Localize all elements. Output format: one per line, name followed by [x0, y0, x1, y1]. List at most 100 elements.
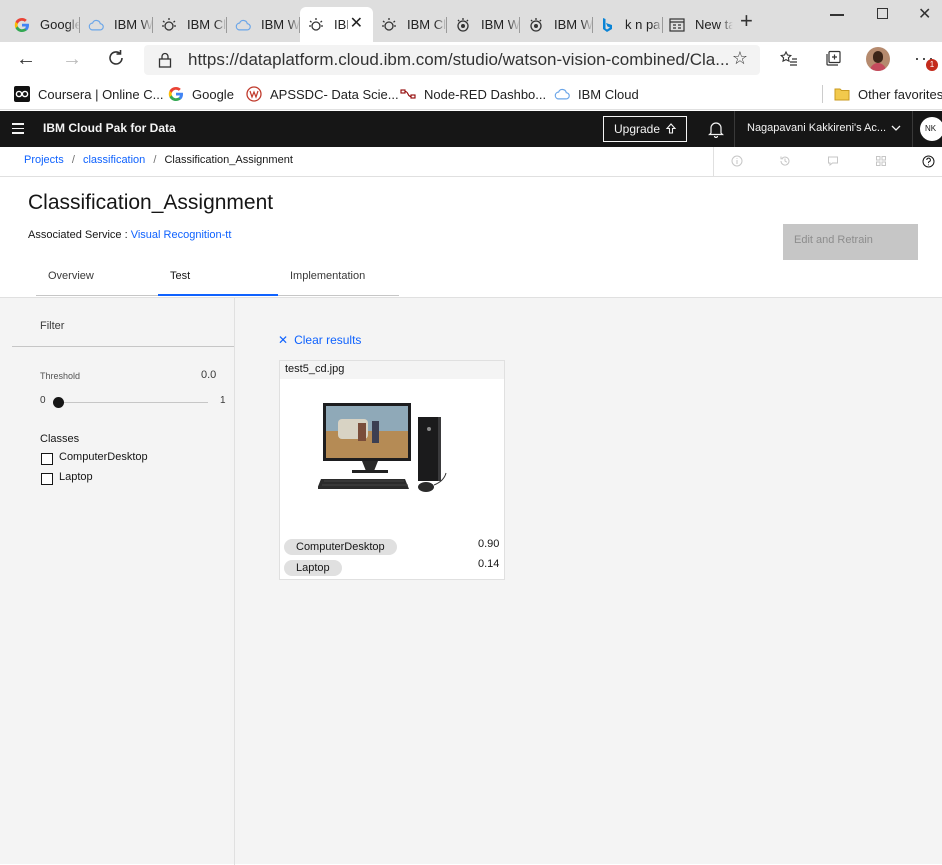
threshold-slider[interactable] — [53, 397, 208, 408]
address-bar-row: ← → https://dataplatform.cloud.ibm.com/s… — [0, 42, 942, 78]
associated-service-link[interactable]: Visual Recognition-tt — [131, 229, 232, 241]
browser-tab[interactable]: New ta — [663, 7, 733, 42]
cloud-icon — [235, 17, 251, 33]
threshold-value[interactable]: 0.0 — [201, 369, 216, 381]
cloud-icon — [88, 17, 104, 33]
collections-icon[interactable] — [824, 50, 842, 73]
profile-avatar[interactable] — [866, 47, 890, 71]
class-tag: ComputerDesktop — [284, 539, 397, 555]
watson-bulb-icon — [308, 17, 324, 33]
close-icon: ✕ — [278, 333, 289, 347]
folder-icon — [834, 86, 850, 102]
close-tab-icon[interactable]: ✕ — [350, 16, 363, 32]
browser-tab[interactable]: IBM W — [227, 7, 300, 42]
minimize-button[interactable] — [830, 14, 844, 16]
associated-service-label: Associated Service : — [28, 229, 128, 241]
back-icon[interactable]: ← — [16, 48, 36, 71]
divider — [713, 147, 714, 177]
breadcrumb-projects[interactable]: Projects — [24, 154, 64, 166]
favorites-list-icon[interactable] — [780, 50, 798, 73]
slider-max-label: 1 — [220, 395, 226, 406]
divider — [734, 111, 735, 147]
info-icon[interactable] — [731, 155, 743, 170]
hamburger-menu-icon[interactable] — [12, 123, 24, 134]
classes-label: Classes — [40, 433, 80, 445]
edit-and-retrain-button[interactable]: Edit and Retrain — [783, 224, 918, 260]
browser-tab[interactable]: IBM W — [447, 7, 520, 42]
divider — [822, 85, 823, 103]
account-name: Nagapavani Kakkireni's Ac... — [747, 122, 887, 134]
maximize-button[interactable] — [877, 8, 888, 19]
checkbox-laptop[interactable] — [41, 473, 53, 485]
new-tab-button[interactable]: + — [740, 10, 760, 32]
threshold-label: Threshold — [40, 371, 81, 381]
favorite-label: APSSDC- Data Scie... — [270, 86, 399, 102]
forward-icon[interactable]: → — [62, 48, 82, 71]
tab-overview[interactable]: Overview — [36, 265, 158, 296]
favorite-label: Coursera | Online C... — [38, 86, 164, 102]
url-text: https://dataplatform.cloud.ibm.com/studi… — [188, 50, 730, 69]
watson-bulb-icon — [161, 17, 177, 33]
breadcrumb: Projects / classification / Classificati… — [0, 147, 942, 177]
upgrade-button[interactable]: Upgrade — [603, 116, 687, 142]
upgrade-label: Upgrade — [614, 122, 661, 136]
help-icon[interactable] — [922, 155, 935, 171]
favorite-ibm-cloud[interactable]: IBM Cloud — [554, 84, 639, 104]
browser-tab[interactable]: IBM Cl — [153, 7, 227, 42]
favorite-apssdc[interactable]: APSSDC- Data Scie... — [246, 84, 399, 104]
node-red-icon — [400, 86, 416, 102]
lock-icon[interactable] — [158, 52, 172, 73]
app-header: IBM Cloud Pak for Data Upgrade Nagapavan… — [0, 111, 942, 147]
google-icon — [168, 86, 184, 102]
class-score: 0.90 — [478, 538, 500, 550]
refresh-icon[interactable] — [106, 48, 126, 73]
checkbox-computerdesktop[interactable] — [41, 453, 53, 465]
chevron-down-icon[interactable] — [890, 121, 902, 139]
notification-bell-icon[interactable] — [707, 120, 725, 143]
filter-title: Filter — [40, 320, 65, 332]
result-filename: test5_cd.jpg — [280, 361, 504, 379]
account-switcher[interactable]: Nagapavani Kakkireni's Ac... — [747, 122, 886, 134]
apssdc-icon — [246, 86, 262, 102]
product-name[interactable]: IBM Cloud Pak for Data — [43, 121, 176, 135]
browser-tab[interactable]: k n pa — [593, 7, 663, 42]
google-icon — [14, 17, 30, 33]
class-tag: Laptop — [284, 560, 342, 576]
upgrade-arrow-icon — [665, 122, 677, 139]
url-field[interactable]: https://dataplatform.cloud.ibm.com/studi… — [144, 45, 760, 75]
clear-results-button[interactable]: ✕ Clear results — [278, 333, 361, 347]
favorites-bar: Coursera | Online C... Google APSSDC- Da… — [0, 78, 942, 110]
browser-tab[interactable]: IBM Cl — [373, 7, 447, 42]
tab-title: IBI — [334, 17, 348, 32]
cloud-icon — [554, 86, 570, 102]
breadcrumb-current: Classification_Assignment — [164, 154, 293, 166]
user-avatar[interactable]: NK — [920, 117, 942, 141]
notification-badge: 1 — [926, 59, 938, 71]
filter-sidebar: Filter Threshold 0.0 0 1 Classes Compute… — [0, 298, 235, 865]
result-image[interactable] — [317, 401, 468, 506]
favorite-google[interactable]: Google — [168, 84, 234, 104]
star-icon[interactable]: ☆ — [732, 48, 748, 69]
favorite-label: IBM Cloud — [578, 86, 639, 102]
tab-test[interactable]: Test — [158, 265, 278, 296]
browser-tab[interactable]: Google — [6, 7, 80, 42]
comments-icon[interactable] — [827, 155, 839, 170]
favorite-node-red[interactable]: Node-RED Dashbo... — [400, 84, 546, 104]
breadcrumb-classification[interactable]: classification — [83, 154, 145, 166]
integrations-icon[interactable] — [875, 155, 887, 170]
tab-implementation[interactable]: Implementation — [278, 265, 399, 296]
browser-tab[interactable]: IBM W — [520, 7, 593, 42]
slider-thumb[interactable] — [53, 397, 64, 408]
class-label: Laptop — [59, 471, 93, 483]
favorite-coursera[interactable]: Coursera | Online C... — [14, 84, 163, 104]
browser-tab-strip: Google IBM W IBM Cl IBM W IBI ✕ — [0, 0, 942, 42]
history-icon[interactable] — [779, 155, 791, 170]
other-favorites[interactable]: Other favorites — [834, 84, 942, 104]
breadcrumb-separator: / — [153, 154, 157, 166]
new-tab-icon — [669, 17, 685, 33]
breadcrumb-separator: / — [71, 154, 75, 166]
window-close-button[interactable]: ✕ — [918, 4, 931, 24]
divider — [912, 111, 913, 147]
browser-tab-active[interactable]: IBI ✕ — [300, 7, 373, 42]
browser-tab[interactable]: IBM W — [80, 7, 153, 42]
